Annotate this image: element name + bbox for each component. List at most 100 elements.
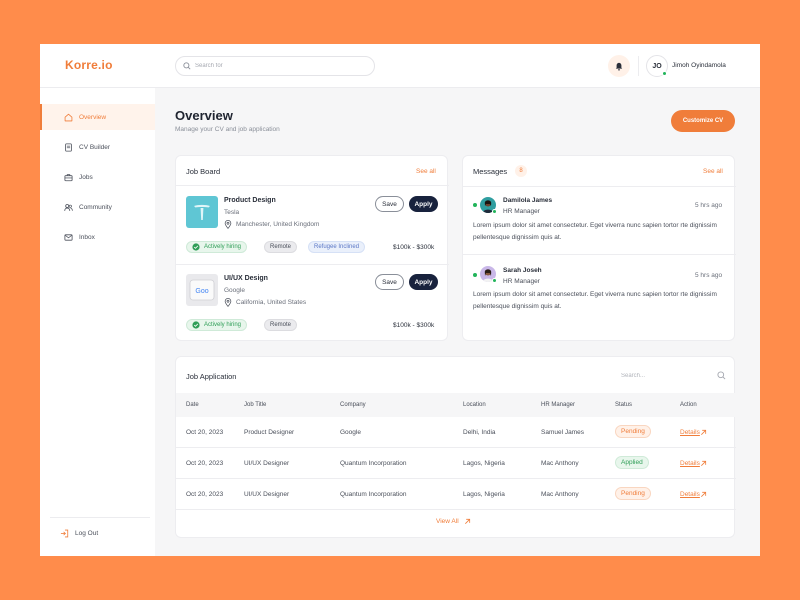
table-row: Oct 20, 2023 UI/UX Designer Quantum Inco… <box>176 448 736 479</box>
app-logo[interactable]: Korre.io <box>65 58 113 72</box>
check-circle-icon <box>192 243 200 251</box>
status-badge: Pending <box>615 487 651 500</box>
status-badge: Applied <box>615 456 649 469</box>
sidebar-item-overview[interactable]: Overview <box>40 104 155 130</box>
sidebar-item-jobs[interactable]: Jobs <box>40 164 155 190</box>
view-all-label: View All <box>436 518 459 525</box>
job-company: Tesla <box>224 209 240 216</box>
column-header-date: Date <box>186 402 199 408</box>
job-application-title: Job Application <box>186 372 237 381</box>
message-body: Lorem ipsum dolor sit amet consectetur. … <box>473 222 717 241</box>
apply-job-button[interactable]: Apply <box>409 274 438 290</box>
divider <box>463 186 736 187</box>
messages-see-all-link[interactable]: See all <box>703 168 723 175</box>
search-icon <box>717 371 726 380</box>
job-board-card: Job Board See all Product Design Tesla M… <box>175 155 449 341</box>
briefcase-icon <box>64 173 73 181</box>
column-header-company: Company <box>340 402 366 408</box>
table-row: Oct 20, 2023 Product Designer Google Del… <box>176 417 736 448</box>
job-board-see-all-link[interactable]: See all <box>416 168 436 175</box>
logout-label: Log Out <box>75 530 99 537</box>
message-body: Lorem ipsum dolor sit amet consectetur. … <box>473 291 717 310</box>
sidebar-item-label: Jobs <box>79 173 93 181</box>
sidebar-item-cv-builder[interactable]: CV Builder <box>40 134 155 160</box>
cell-company: Quantum Incorporation <box>340 491 407 498</box>
cell-company: Google <box>340 429 361 436</box>
job-location-text: Manchester, United Kingdom <box>236 221 320 228</box>
arrow-up-right-icon <box>464 518 470 524</box>
tag-label: Actively hiring <box>204 244 242 250</box>
messages-count-badge: 8 <box>515 165 527 177</box>
sidebar: Overview CV Builder Jobs Community Inbox… <box>40 88 155 556</box>
search-icon <box>183 62 191 70</box>
application-search-box[interactable] <box>621 368 726 384</box>
sender-name: Damilola James <box>503 197 553 204</box>
cell-job-title: UI/UX Designer <box>244 460 290 467</box>
column-header-status: Status <box>615 402 633 408</box>
apply-job-button[interactable]: Apply <box>409 196 438 212</box>
column-header-hr-manager: HR Manager <box>541 402 576 408</box>
cell-company: Quantum Incorporation <box>340 460 407 467</box>
messages-title: Messages <box>473 167 508 176</box>
status-badge: Pending <box>615 425 651 438</box>
cell-hr-manager: Mac Anthony <box>541 491 579 498</box>
header-divider <box>638 56 639 76</box>
application-search-input[interactable] <box>621 373 711 379</box>
job-location: Manchester, United Kingdom <box>224 220 319 229</box>
sidebar-item-community[interactable]: Community <box>40 194 155 220</box>
search-box[interactable] <box>175 56 375 76</box>
sidebar-item-inbox[interactable]: Inbox <box>40 224 155 250</box>
details-link[interactable]: Details <box>680 491 707 498</box>
column-header-action: Action <box>680 402 697 408</box>
sidebar-divider <box>50 517 150 518</box>
sidebar-item-label: Overview <box>79 113 107 121</box>
sidebar-item-label: Community <box>79 203 112 211</box>
cell-job-title: UI/UX Designer <box>244 491 290 498</box>
online-status-dot <box>492 278 497 283</box>
customize-cv-button[interactable]: Customize CV <box>671 110 735 132</box>
details-label: Details <box>680 460 700 467</box>
table-row: Oct 20, 2023 UI/UX Designer Quantum Inco… <box>176 479 736 510</box>
details-link[interactable]: Details <box>680 460 707 467</box>
notification-button[interactable] <box>608 55 630 77</box>
divider <box>176 264 449 265</box>
page-subtitle: Manage your CV and job application <box>175 126 280 133</box>
job-salary: $100k - $300k <box>393 322 435 329</box>
messages-card: Messages 8 See all Damilola James HR Man… <box>462 155 736 341</box>
cell-date: Oct 20, 2023 <box>186 429 224 436</box>
document-icon <box>65 142 72 152</box>
logout-button[interactable]: Log Out <box>60 529 98 538</box>
save-job-button[interactable]: Save <box>375 196 404 212</box>
view-all-link[interactable]: View All <box>436 518 471 525</box>
tag-refugee-inclined: Refugee Inclined <box>308 241 366 253</box>
message-time: 5 hrs ago <box>695 202 723 209</box>
details-label: Details <box>680 429 700 436</box>
job-company: Google <box>224 287 245 294</box>
logout-icon <box>60 529 69 538</box>
check-circle-icon <box>192 321 200 329</box>
user-name[interactable]: Jimoh Oyindamola <box>672 62 726 69</box>
arrow-up-right-icon <box>700 429 706 435</box>
cell-location: Lagos, Nigeria <box>463 460 505 467</box>
location-pin-icon <box>224 298 232 307</box>
job-title[interactable]: UI/UX Design <box>224 275 268 282</box>
tag-remote: Remote <box>264 241 298 253</box>
sender-name: Sarah Joseh <box>503 267 542 274</box>
column-header-job-title: Job Title <box>244 402 267 408</box>
job-board-title: Job Board <box>186 167 221 176</box>
tag-label: Actively hiring <box>204 322 242 328</box>
online-status-dot <box>492 209 497 214</box>
details-link[interactable]: Details <box>680 429 707 436</box>
save-job-button[interactable]: Save <box>375 274 404 290</box>
cell-date: Oct 20, 2023 <box>186 460 224 467</box>
app-window: Korre.io JO Jimoh Oyindamola Overview CV… <box>40 44 760 556</box>
sidebar-item-label: CV Builder <box>79 143 111 151</box>
unread-dot <box>473 273 477 277</box>
page-title: Overview <box>175 108 233 123</box>
table-header: Date Job Title Company Location HR Manag… <box>176 393 736 417</box>
job-title[interactable]: Product Design <box>224 197 276 204</box>
message-time: 5 hrs ago <box>695 272 723 279</box>
search-input[interactable] <box>195 63 365 69</box>
online-status-dot <box>662 71 667 76</box>
cell-location: Delhi, India <box>463 429 496 436</box>
